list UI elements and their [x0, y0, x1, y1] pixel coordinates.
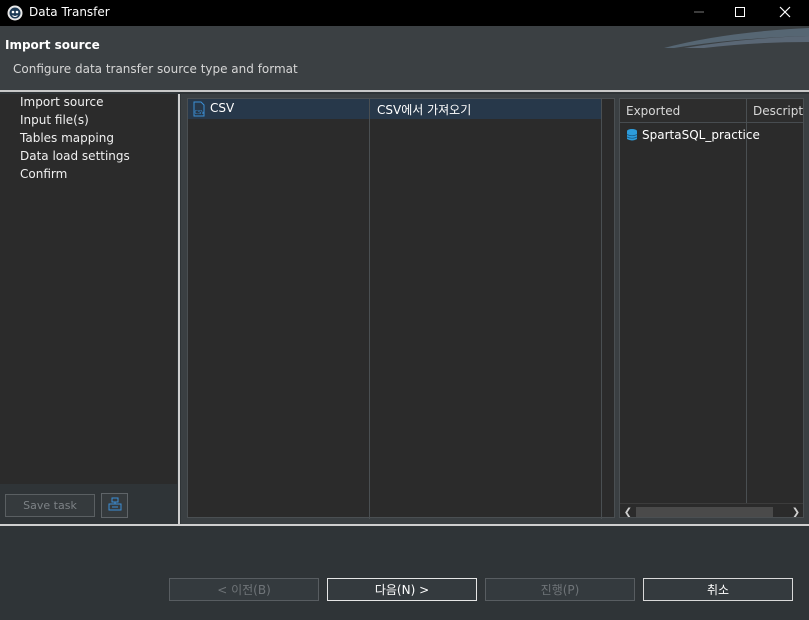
horizontal-scrollbar[interactable]: ❮ ❯	[620, 503, 803, 518]
wizard-footer: < 이전(B) 다음(N) > 진행(P) 취소	[0, 526, 809, 620]
wizard-steps-panel: Import source Input file(s) Tables mappi…	[0, 94, 177, 484]
task-config-button[interactable]	[101, 493, 128, 518]
maximize-icon	[734, 6, 746, 21]
csv-file-icon: CSV	[191, 101, 207, 120]
back-button[interactable]: < 이전(B)	[169, 578, 319, 601]
page-description: Configure data transfer source type and …	[13, 62, 298, 76]
source-type-table[interactable]: CSV CSV CSV에서 가져오기	[187, 98, 615, 519]
source-name: CSV	[210, 101, 235, 115]
wizard-header: Import source Configure data transfer so…	[0, 26, 809, 92]
title-bar: Data Transfer	[0, 0, 809, 26]
nav-item-tables-mapping[interactable]: Tables mapping	[20, 131, 114, 145]
task-icon	[108, 497, 122, 514]
panel-divider	[178, 94, 180, 524]
database-icon	[626, 128, 638, 145]
target-table-header: Exported Description	[620, 99, 803, 123]
cancel-button[interactable]: 취소	[643, 578, 793, 601]
finish-button[interactable]: 진행(P)	[485, 578, 635, 601]
scrollbar-thumb[interactable]	[636, 507, 773, 517]
target-name: SpartaSQL_practice	[642, 128, 760, 142]
window-title: Data Transfer	[29, 5, 110, 19]
minimize-icon	[693, 6, 705, 21]
target-table[interactable]: Exported Description SpartaSQL_practice …	[619, 98, 804, 518]
svg-text:CSV: CSV	[195, 110, 206, 116]
table-row[interactable]: SpartaSQL_practice	[620, 126, 803, 146]
nav-item-input-files[interactable]: Input file(s)	[20, 113, 89, 127]
dbeaver-app-icon	[7, 5, 23, 21]
nav-item-import-source[interactable]: Import source	[20, 95, 104, 109]
scroll-left-icon[interactable]: ❮	[621, 505, 635, 518]
save-task-button[interactable]: Save task	[5, 494, 95, 517]
minimize-button[interactable]	[677, 0, 721, 26]
close-icon	[779, 6, 791, 21]
column-divider	[369, 99, 370, 519]
content-area: CSV CSV CSV에서 가져오기 Exported Description	[181, 94, 809, 524]
column-divider	[601, 99, 602, 519]
table-row[interactable]: CSV CSV CSV에서 가져오기	[188, 99, 601, 119]
header-banner-graphic	[664, 28, 809, 48]
maximize-button[interactable]	[718, 0, 762, 26]
column-header-exported[interactable]: Exported	[626, 104, 680, 118]
close-button[interactable]	[763, 0, 807, 26]
scroll-right-icon[interactable]: ❯	[789, 505, 803, 518]
nav-item-confirm[interactable]: Confirm	[20, 167, 67, 181]
nav-item-data-load-settings[interactable]: Data load settings	[20, 149, 130, 163]
column-header-description[interactable]: Description	[753, 104, 803, 118]
column-divider	[746, 99, 747, 123]
column-divider	[746, 123, 747, 503]
page-title: Import source	[5, 38, 100, 52]
next-button[interactable]: 다음(N) >	[327, 578, 477, 601]
source-description: CSV에서 가져오기	[377, 103, 472, 117]
